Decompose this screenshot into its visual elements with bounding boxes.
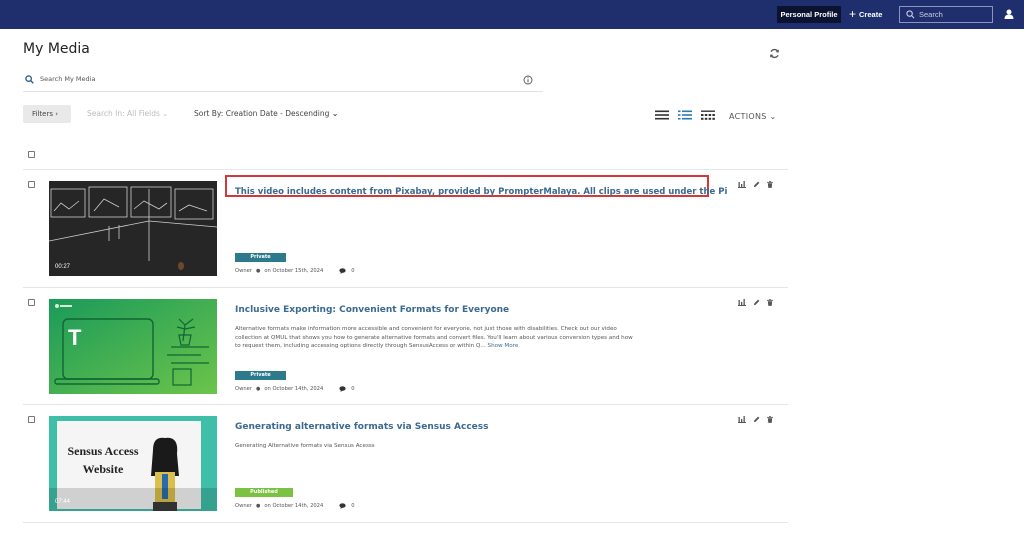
top-navigation-bar: Personal Profile + Create Search — [0, 0, 1024, 29]
global-search-input[interactable]: Search — [899, 6, 993, 23]
comment-icon — [339, 503, 346, 509]
show-more-link[interactable]: Show More — [488, 343, 519, 349]
plus-icon: + — [849, 7, 857, 21]
entry-title-link[interactable]: Generating alternative formats via Sensu… — [235, 422, 489, 432]
search-in-label: Search In: All Fields — [87, 109, 160, 118]
delete-trash-icon[interactable] — [767, 181, 773, 188]
analytics-icon[interactable] — [738, 299, 746, 306]
entry-checkbox[interactable] — [28, 299, 35, 306]
separator-dot: ● — [255, 503, 261, 509]
chevron-down-icon: ⌄ — [162, 110, 169, 118]
filters-label: Filters — [32, 110, 53, 118]
entry-description: Generating Alternative formats via Sensu… — [235, 442, 635, 451]
video-thumbnail[interactable]: 00:27 — [49, 181, 217, 276]
global-search-placeholder: Search — [919, 10, 943, 19]
user-icon[interactable] — [1004, 9, 1014, 19]
delete-trash-icon[interactable] — [767, 416, 773, 423]
owner-label: Owner — [235, 268, 252, 274]
my-media-search-input[interactable]: Search My Media — [23, 71, 543, 92]
media-entry: T Inclusive Exporting: Convenient Format… — [23, 288, 788, 405]
chevron-down-icon: ⌄ — [331, 109, 339, 118]
entry-title-link[interactable]: Inclusive Exporting: Convenient Formats … — [235, 305, 509, 315]
comment-icon — [339, 386, 346, 392]
entry-meta: Owner ● on October 15th, 2024 0 — [235, 268, 355, 274]
video-duration: 00:27 — [55, 264, 71, 270]
divider — [23, 522, 788, 523]
analytics-icon[interactable] — [738, 181, 746, 188]
edit-pencil-icon[interactable] — [753, 416, 760, 423]
detailed-view-icon[interactable] — [678, 110, 692, 120]
entry-actions — [738, 416, 773, 423]
delete-trash-icon[interactable] — [767, 299, 773, 306]
chalk-drawing-thumbnail — [49, 181, 217, 276]
search-placeholder: Search My Media — [40, 75, 96, 83]
chevron-right-icon: › — [55, 110, 59, 118]
personal-profile-button[interactable]: Personal Profile — [777, 6, 841, 23]
thumbnail-caption: T — [68, 325, 82, 350]
search-icon — [906, 10, 915, 19]
grid-view-icon[interactable] — [701, 110, 715, 120]
video-thumbnail[interactable]: Sensus Access Website 07:44 — [49, 416, 217, 511]
owner-label: Owner — [235, 503, 252, 509]
owner-label: Owner — [235, 386, 252, 392]
thumbnail-caption-line2: Website — [82, 462, 124, 476]
entry-title-link[interactable]: This video includes content from Pixabay… — [235, 187, 727, 197]
comment-icon — [339, 268, 346, 274]
separator-dot: ● — [255, 386, 261, 392]
entry-checkbox[interactable] — [28, 181, 35, 188]
comment-count: 0 — [351, 386, 355, 392]
create-button[interactable]: + Create — [849, 6, 882, 23]
select-all-checkbox[interactable] — [28, 151, 35, 158]
entry-date: on October 14th, 2024 — [264, 503, 324, 509]
video-duration: 07:44 — [55, 499, 71, 505]
description-text: Generating Alternative formats via Sensu… — [235, 443, 375, 449]
status-badge: Private — [235, 371, 286, 380]
view-switcher — [655, 110, 715, 120]
thumbnail-caption-line1: Sensus Access — [67, 444, 139, 458]
list-view-icon[interactable] — [655, 110, 669, 120]
comment-count: 0 — [351, 503, 355, 509]
filters-button[interactable]: Filters › — [23, 105, 71, 123]
entry-meta: Owner ● on October 14th, 2024 0 — [235, 503, 355, 509]
thumbnail-caption: Sensus Access Website — [59, 442, 147, 478]
entry-date: on October 15th, 2024 — [264, 268, 324, 274]
separator-dot: ● — [255, 268, 261, 274]
refresh-icon[interactable] — [769, 48, 780, 59]
page-title: My Media — [23, 41, 90, 57]
entry-checkbox[interactable] — [28, 416, 35, 423]
search-icon — [25, 75, 34, 84]
chevron-down-icon: ⌄ — [769, 112, 777, 121]
analytics-icon[interactable] — [738, 416, 746, 423]
comment-count: 0 — [351, 268, 355, 274]
sort-by-dropdown[interactable]: Sort By: Creation Date - Descending ⌄ — [194, 109, 338, 118]
info-icon[interactable] — [523, 75, 533, 85]
entry-date: on October 14th, 2024 — [264, 386, 324, 392]
status-badge: Published — [235, 488, 293, 497]
status-badge: Private — [235, 253, 286, 262]
video-thumbnail[interactable]: T — [49, 299, 217, 394]
description-text: Alternative formats make information mor… — [235, 326, 633, 349]
edit-pencil-icon[interactable] — [753, 181, 760, 188]
edit-pencil-icon[interactable] — [753, 299, 760, 306]
entry-actions — [738, 299, 773, 306]
create-label: Create — [859, 10, 883, 19]
entry-meta: Owner ● on October 14th, 2024 0 — [235, 386, 355, 392]
actions-dropdown[interactable]: ACTIONS ⌄ — [729, 112, 776, 121]
sort-by-label: Sort By: Creation Date - Descending — [194, 109, 330, 118]
media-entry: 00:27 This video includes content from P… — [23, 170, 788, 287]
media-entry: Sensus Access Website 07:44 Generating a… — [23, 405, 788, 522]
entry-actions — [738, 181, 773, 188]
actions-label: ACTIONS — [729, 112, 767, 121]
entry-description: Alternative formats make information mor… — [235, 325, 635, 351]
search-in-dropdown[interactable]: Search In: All Fields ⌄ — [87, 109, 168, 118]
